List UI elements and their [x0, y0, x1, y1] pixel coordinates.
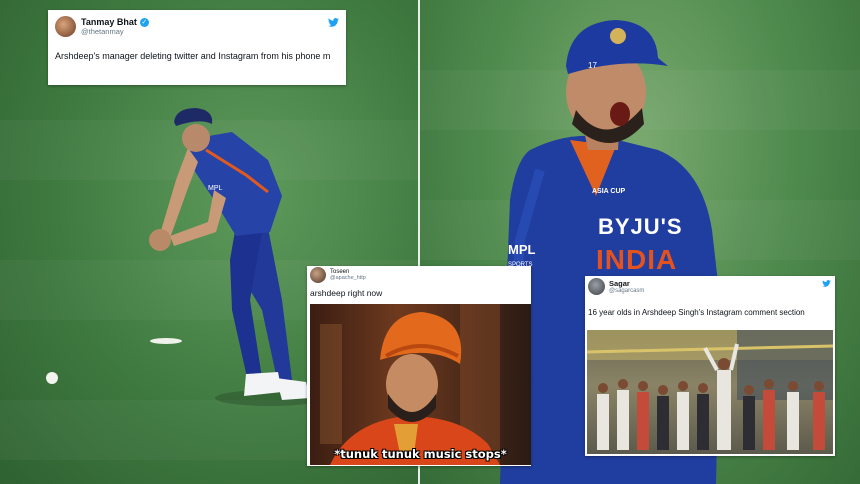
tweet-header: Sagar @sagarcasm: [588, 278, 644, 295]
author-handle[interactable]: @apache_http: [330, 275, 366, 281]
twitter-bird-icon: [822, 280, 831, 287]
sponsor-left-label: MPL: [508, 242, 536, 257]
tweet-text: 16 year olds in Arshdeep Singh's Instagr…: [588, 308, 805, 317]
singer-figure: [320, 304, 500, 465]
boundary-marker: [150, 338, 182, 344]
tweet-card-tanmay[interactable]: Tanmay Bhat ✓ @thetanmay Arshdeep's mana…: [48, 10, 346, 85]
meme-image: *tunuk tunuk music stops*: [310, 304, 531, 465]
author-name[interactable]: Tanmay Bhat: [81, 17, 137, 27]
author-name[interactable]: Sagar: [609, 279, 644, 288]
tweet-header: Tanmay Bhat ✓ @thetanmay: [55, 16, 149, 37]
avatar[interactable]: [588, 278, 605, 295]
meme-image: [587, 330, 833, 454]
meme-caption: *tunuk tunuk music stops*: [334, 447, 507, 461]
verified-icon: ✓: [139, 17, 149, 27]
tweet-card-toseen[interactable]: Toseen @apache_http arshdeep right now *…: [307, 266, 531, 466]
svg-text:MPL: MPL: [208, 185, 223, 192]
jersey-badge: ASIA CUP: [592, 188, 626, 195]
jersey-chest-sponsor: BYJU'S: [598, 214, 683, 239]
avatar[interactable]: [55, 16, 76, 37]
tweet-text: Arshdeep's manager deleting twitter and …: [55, 51, 331, 61]
avatar[interactable]: [310, 267, 326, 283]
author-handle[interactable]: @sagarcasm: [609, 288, 644, 294]
author-handle[interactable]: @thetanmay: [81, 27, 149, 36]
tweet-text: arshdeep right now: [310, 288, 383, 298]
ball-icon: [46, 372, 58, 384]
twitter-bird-icon: [328, 18, 339, 27]
tweet-header: Toseen @apache_http: [310, 267, 366, 283]
svg-text:17: 17: [588, 61, 597, 70]
jersey-country: INDIA: [596, 244, 678, 275]
tweet-card-sagar[interactable]: Sagar @sagarcasm 16 year olds in Arshdee…: [585, 276, 835, 456]
dancers-scene: [587, 330, 833, 450]
